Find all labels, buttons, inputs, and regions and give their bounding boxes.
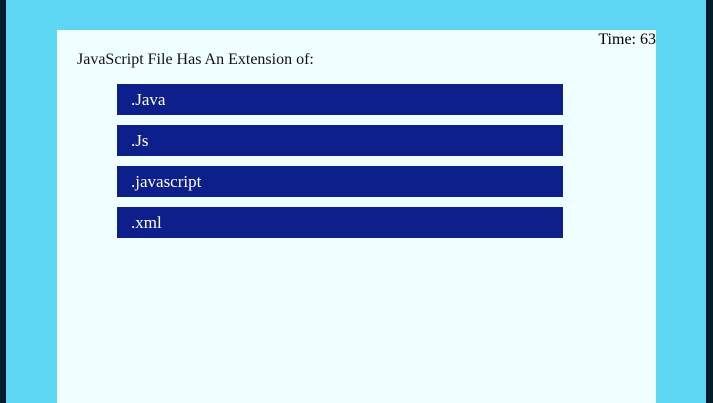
answer-option-4[interactable]: .xml xyxy=(117,207,563,238)
answer-option-3[interactable]: .javascript xyxy=(117,166,563,197)
quiz-card: Time: 63 JavaScript File Has An Extensio… xyxy=(57,30,656,403)
page-frame: Time: 63 JavaScript File Has An Extensio… xyxy=(6,0,706,403)
answer-options-list: .Java .Js .javascript .xml xyxy=(117,84,563,248)
question-text: JavaScript File Has An Extension of: xyxy=(77,51,314,68)
answer-option-2[interactable]: .Js xyxy=(117,125,563,156)
answer-option-1[interactable]: .Java xyxy=(117,84,563,115)
timer-display: Time: 63 xyxy=(598,31,656,48)
